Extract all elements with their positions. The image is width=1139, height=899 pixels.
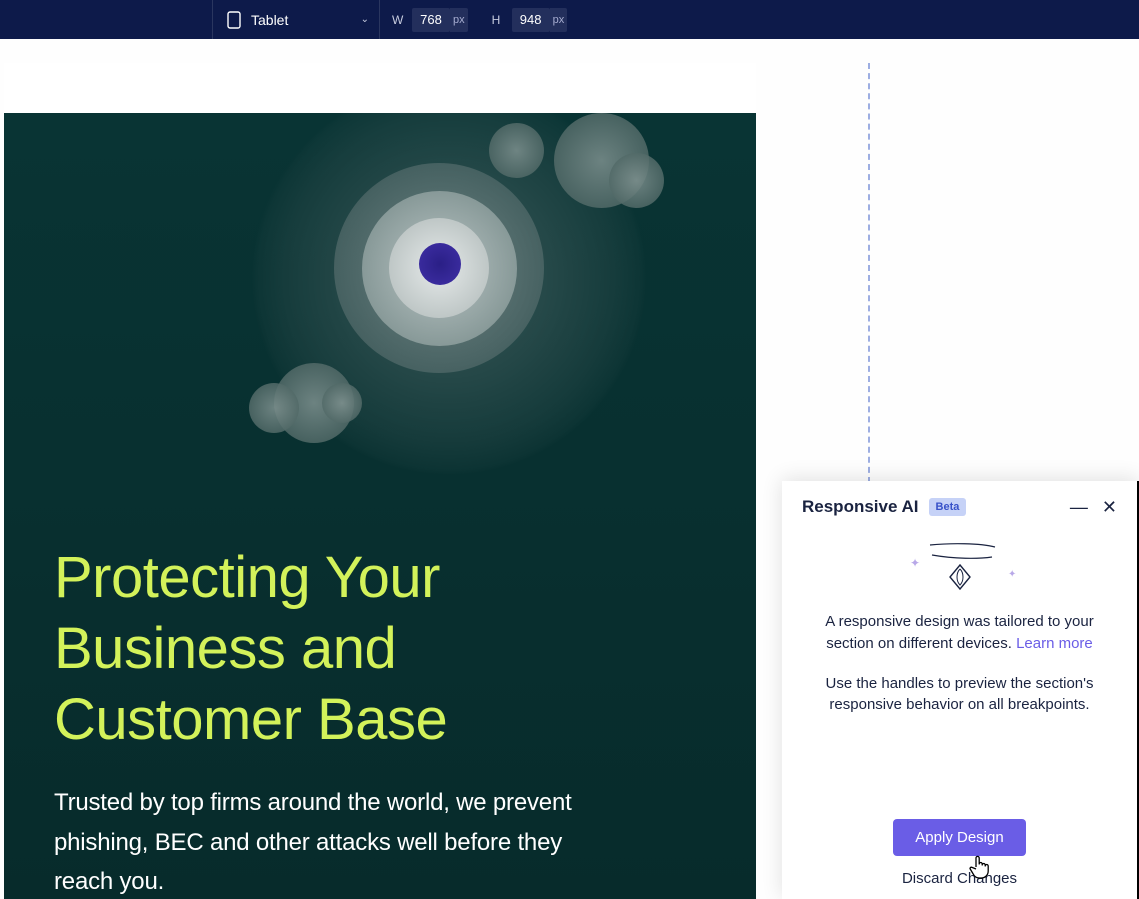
eye-pupil xyxy=(419,243,461,285)
width-control: W px xyxy=(380,0,480,39)
hero-subhead: Trusted by top firms around the world, w… xyxy=(54,783,574,899)
panel-controls: — ✕ xyxy=(1070,498,1117,516)
height-unit: px xyxy=(550,8,568,32)
breakpoint-guide[interactable] xyxy=(868,63,870,483)
chevron-down-icon: ⌄ xyxy=(361,14,369,25)
panel-title: Responsive AI xyxy=(802,497,919,517)
width-label: W xyxy=(392,13,406,27)
width-unit: px xyxy=(450,8,468,32)
panel-body: A responsive design was tailored to your… xyxy=(782,607,1137,819)
hero-section: Protecting Your Business and Customer Ba… xyxy=(4,113,756,899)
top-toolbar: Tablet ⌄ W px H px xyxy=(0,0,1139,39)
panel-message-2: Use the handles to preview the section's… xyxy=(818,673,1101,717)
width-input[interactable] xyxy=(412,8,450,32)
height-control: H px xyxy=(480,0,580,39)
apply-design-button[interactable]: Apply Design xyxy=(893,819,1025,856)
panel-illustration: ✦ ✦ xyxy=(782,527,1137,607)
beta-badge: Beta xyxy=(929,498,967,516)
discard-changes-button[interactable]: Discard Changes xyxy=(902,870,1017,887)
cloud-icon xyxy=(322,383,362,423)
device-selector[interactable]: Tablet ⌄ xyxy=(213,0,380,39)
cloud-icon xyxy=(489,123,544,178)
learn-more-link[interactable]: Learn more xyxy=(1016,635,1093,652)
svg-text:✦: ✦ xyxy=(910,556,920,570)
panel-actions: Apply Design Discard Changes xyxy=(782,819,1137,899)
height-label: H xyxy=(492,13,506,27)
height-input[interactable] xyxy=(512,8,550,32)
hero-graphic xyxy=(54,113,706,443)
cloud-icon xyxy=(609,153,664,208)
tablet-icon xyxy=(227,11,241,29)
device-label: Tablet xyxy=(251,12,288,28)
toolbar-spacer xyxy=(0,0,213,39)
minimize-icon[interactable]: — xyxy=(1070,498,1088,516)
close-icon[interactable]: ✕ xyxy=(1102,498,1117,516)
panel-message-1: A responsive design was tailored to your… xyxy=(818,611,1101,655)
panel-header: Responsive AI Beta — ✕ xyxy=(782,481,1137,527)
preview-frame[interactable]: Protecting Your Business and Customer Ba… xyxy=(4,63,756,899)
svg-text:✦: ✦ xyxy=(1008,569,1016,580)
hero-headline: Protecting Your Business and Customer Ba… xyxy=(54,543,574,755)
preview-header-space xyxy=(4,63,756,113)
cloud-icon xyxy=(249,383,299,433)
responsive-ai-panel: Responsive AI Beta — ✕ ✦ ✦ A responsive … xyxy=(782,481,1139,899)
